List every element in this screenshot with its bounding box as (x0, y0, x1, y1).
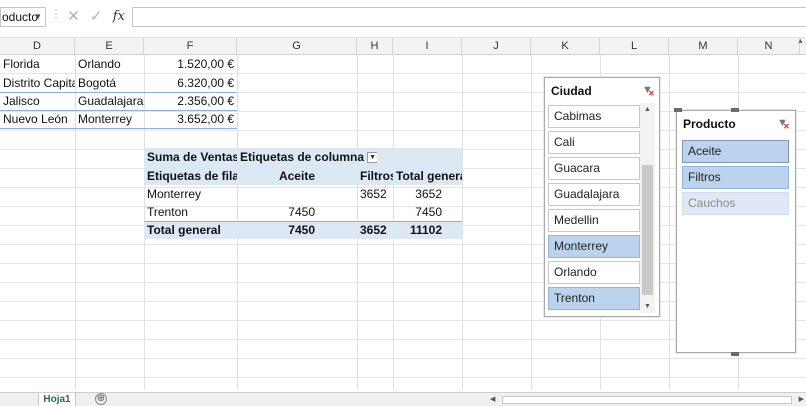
pivot-col-header-aceite[interactable]: Aceite (237, 167, 357, 186)
formula-bar: oducto ▼ ⋮ ✕ ✓ fx (0, 0, 806, 34)
pivot-cell-aceite[interactable]: 7450 (237, 203, 357, 222)
column-header-m[interactable]: M (669, 38, 738, 55)
pivot-col-header-filtros[interactable]: Filtros (357, 167, 393, 186)
table-row: Jalisco Guadalajara 2.356,00 € (0, 92, 237, 111)
table-row: Florida Orlando 1.520,00 € (0, 55, 237, 74)
cancel-icon[interactable]: ✕ (67, 8, 80, 26)
column-header-f[interactable]: F (144, 38, 237, 55)
resize-handle[interactable] (674, 108, 682, 112)
cell-state[interactable]: Florida (0, 55, 75, 74)
slicer-item-aceite[interactable]: Aceite (682, 140, 789, 163)
pivot-column-labels-text: Etiquetas de columna (240, 150, 365, 164)
pivot-cell-filtros[interactable]: 3652 (357, 185, 393, 204)
clear-filter-icon[interactable]: ▼ ✕ (777, 117, 790, 131)
scrollbar-thumb[interactable] (502, 396, 792, 404)
check-icon[interactable]: ✓ (90, 8, 103, 26)
slicer-item-cabimas[interactable]: Cabimas (548, 105, 640, 128)
slicer-item-monterrey[interactable]: Monterrey (548, 235, 640, 258)
formula-input[interactable] (132, 7, 806, 27)
slicer-title: Producto (683, 117, 736, 131)
pivot-value-label[interactable]: Suma de Ventas (144, 148, 237, 167)
chevron-up-icon[interactable]: ▲ (640, 106, 655, 113)
column-header-l[interactable]: L (600, 38, 669, 55)
chevron-down-icon[interactable]: ▼ (367, 152, 377, 164)
cell-amount[interactable]: 1.520,00 € (144, 55, 237, 74)
chevron-down-icon[interactable]: ▼ (640, 303, 655, 310)
pivot-total-label[interactable]: Total general (144, 221, 237, 240)
cell-city[interactable]: Bogotá (75, 74, 144, 93)
pivot-column-labels[interactable]: Etiquetas de columna ▼ (237, 148, 377, 167)
grid-line (669, 55, 670, 390)
chevron-left-icon[interactable]: ◀ (490, 395, 495, 403)
add-sheet-icon[interactable]: ⊕ (95, 393, 107, 405)
name-box-value: oducto (2, 10, 39, 24)
slicer-item-medellin[interactable]: Medellin (548, 209, 640, 232)
pivot-row-label[interactable]: Trenton (144, 203, 237, 222)
column-header-d[interactable]: D (0, 38, 75, 55)
slicer-item-filtros[interactable]: Filtros (682, 166, 789, 189)
pivot-total-aceite[interactable]: 7450 (237, 221, 357, 240)
cell-city[interactable]: Orlando (75, 55, 144, 74)
insert-function-icon[interactable]: fx (113, 8, 125, 26)
column-header-n[interactable]: N (738, 38, 800, 55)
cell-state[interactable]: Jalisco (0, 92, 75, 111)
slicer-item-trenton[interactable]: Trenton (548, 287, 640, 310)
cell-amount[interactable]: 3.652,00 € (144, 110, 237, 129)
cell-state[interactable]: Distrito Capital (0, 74, 75, 93)
chevron-down-icon[interactable]: ▼ (34, 8, 42, 26)
pivot-row-label[interactable]: Monterrey (144, 185, 237, 204)
pivot-cell-aceite[interactable] (237, 185, 357, 204)
column-headers: D E F G H I J K L M N (0, 37, 806, 55)
grid-line (531, 55, 532, 390)
cell-city[interactable]: Guadalajara (75, 92, 144, 111)
pivot-cell-filtros[interactable] (357, 203, 393, 222)
column-header-g[interactable]: G (237, 38, 357, 55)
chevron-up-icon[interactable]: ▲ (797, 38, 806, 48)
scrollbar-thumb[interactable] (642, 165, 653, 295)
slicer-item-orlando[interactable]: Orlando (548, 261, 640, 284)
cell-city[interactable]: Monterrey (75, 110, 144, 129)
sheet-tab-bar: Hoja1 ⊕ ◀ ▶ (0, 392, 806, 406)
pivot-col-header-total[interactable]: Total general (393, 167, 462, 186)
resize-handle[interactable] (731, 108, 739, 112)
cell-amount[interactable]: 6.320,00 € (144, 74, 237, 93)
grid-line (462, 55, 463, 390)
pivot-row-labels[interactable]: Etiquetas de fila▼ (144, 167, 237, 186)
resize-handle[interactable] (731, 352, 739, 356)
name-box[interactable]: oducto ▼ (0, 7, 46, 27)
column-header-e[interactable]: E (75, 38, 144, 55)
slicer-scrollbar[interactable]: ▲ ▼ (640, 103, 655, 313)
horizontal-scrollbar[interactable]: ◀ ▶ (488, 395, 806, 405)
column-header-h[interactable]: H (357, 38, 393, 55)
cell-amount[interactable]: 2.356,00 € (144, 92, 237, 111)
pivot-cell-total[interactable]: 7450 (393, 203, 462, 222)
more-icon[interactable]: ⋮ (51, 9, 61, 20)
slicer-title: Ciudad (551, 84, 592, 98)
slicer-item-guadalajara[interactable]: Guadalajara (548, 183, 640, 206)
pivot-row-labels-text: Etiquetas de fila (147, 169, 237, 183)
pivot-total-total[interactable]: 11102 (393, 221, 462, 240)
chevron-right-icon[interactable]: ▶ (799, 395, 804, 403)
slicer-item-cauchos[interactable]: Cauchos (682, 192, 789, 215)
table-row: Nuevo León Monterrey 3.652,00 € (0, 110, 237, 129)
slicer-item-cali[interactable]: Cali (548, 131, 640, 154)
column-header-k[interactable]: K (531, 38, 600, 55)
pivot-cell-total[interactable]: 3652 (393, 185, 462, 204)
sheet-tab-hoja1[interactable]: Hoja1 (38, 393, 76, 406)
column-header-i[interactable]: I (393, 38, 462, 55)
cell-state[interactable]: Nuevo León (0, 110, 75, 129)
table-row: Distrito Capital Bogotá 6.320,00 € (0, 74, 237, 93)
clear-filter-icon[interactable]: ▼ ✕ (642, 84, 655, 98)
formula-buttons: ✕ ✓ fx (62, 7, 130, 27)
slicer-item-guacara[interactable]: Guacara (548, 157, 640, 180)
column-header-j[interactable]: J (462, 38, 531, 55)
pivot-total-filtros[interactable]: 3652 (357, 221, 393, 240)
